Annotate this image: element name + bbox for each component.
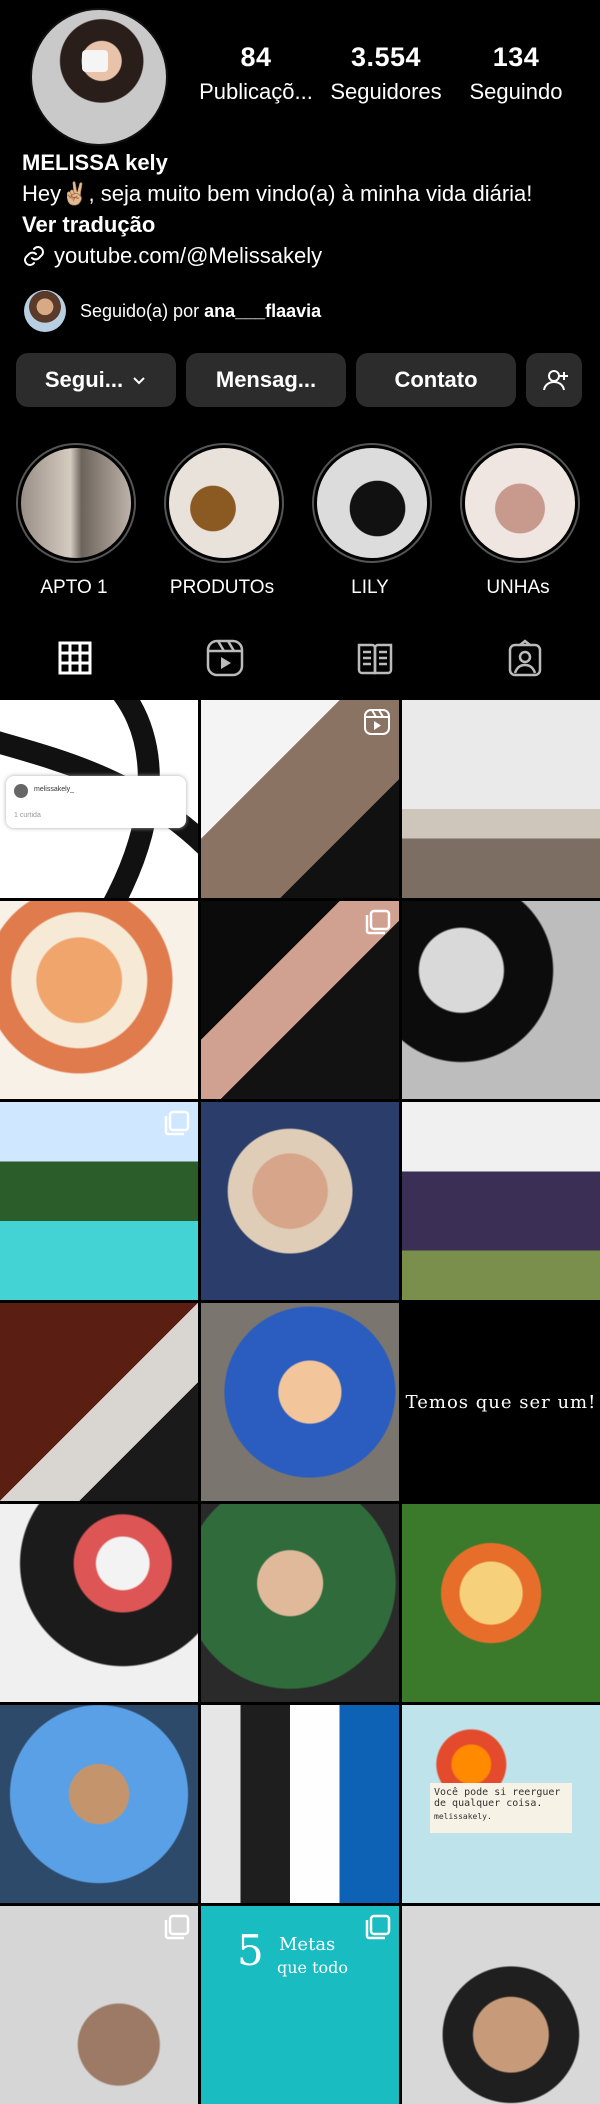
highlight-image <box>317 448 427 558</box>
threads-card: melissakely_ 1 curtida <box>6 776 186 828</box>
carousel-icon <box>365 1914 391 1940</box>
post-thumbnail[interactable] <box>201 1102 399 1300</box>
highlight-image <box>169 448 279 558</box>
post-thumbnail[interactable] <box>201 700 399 898</box>
posts-grid: melissakely_ 1 curtida Temos que ser um! <box>0 700 600 2104</box>
post-thumbnail[interactable] <box>402 1504 600 1702</box>
post-thumbnail[interactable] <box>402 901 600 1099</box>
highlight-image <box>21 448 131 558</box>
post-thumbnail[interactable]: 5 Metas que todo <box>201 1906 399 2104</box>
posts-count: 84 <box>240 42 272 72</box>
chevron-down-icon <box>133 377 145 385</box>
followers-label: Seguidores <box>330 79 442 104</box>
profile-bio: Hey✌🏼, seja muito bem vindo(a) à minha v… <box>22 181 533 206</box>
post-thumbnail[interactable] <box>0 1705 198 1903</box>
link-icon <box>24 246 44 266</box>
guides-icon <box>357 643 393 675</box>
highlight-produtos[interactable]: PRODUTOs <box>164 443 284 599</box>
post-thumbnail[interactable] <box>0 1504 198 1702</box>
contact-button[interactable]: Contato <box>356 353 516 407</box>
highlight-label: PRODUTOs <box>169 577 275 598</box>
black-post-text: Temos que ser um! <box>405 1391 597 1413</box>
post-thumbnail[interactable]: Temos que ser um! <box>402 1303 600 1501</box>
highlight-label: UNHAs <box>486 577 550 598</box>
post-thumbnail[interactable] <box>402 700 600 898</box>
profile-name: MELISSA kely <box>22 150 168 175</box>
threads-user: melissakely_ <box>34 786 75 793</box>
highlight-ring <box>312 443 432 563</box>
profile-link[interactable]: youtube.com/@Melissakely <box>22 243 322 269</box>
post-thumbnail[interactable] <box>402 1102 600 1300</box>
profile-link-text: youtube.com/@Melissakely <box>54 243 323 268</box>
highlight-label: APTO 1 <box>40 577 108 598</box>
stat-followers[interactable]: 3.554 Seguidores <box>326 42 446 105</box>
mutual-avatar <box>24 290 66 332</box>
highlight-apto[interactable]: APTO 1 <box>16 443 136 599</box>
translate-link[interactable]: Ver tradução <box>22 212 155 238</box>
followers-count: 3.554 <box>350 42 422 72</box>
followed-by[interactable]: Seguido(a) por ana___flaavia <box>24 290 321 332</box>
tagged-icon <box>508 639 542 677</box>
highlight-ring <box>460 443 580 563</box>
post-thumbnail[interactable]: melissakely_ 1 curtida <box>0 700 198 898</box>
post-thumbnail[interactable]: Você pode si reerguer de qualquer coisa.… <box>402 1705 600 1903</box>
quote-handle: melissakely. <box>434 1812 492 1821</box>
highlight-lily[interactable]: LILY <box>312 443 432 599</box>
threads-avatar <box>14 784 28 798</box>
carousel-icon <box>365 909 391 935</box>
message-button[interactable]: Mensag... <box>186 353 346 407</box>
highlight-label: LILY <box>351 577 389 598</box>
highlight-unhas[interactable]: UNHAs <box>460 443 580 599</box>
post-thumbnail[interactable] <box>0 1303 198 1501</box>
highlight-image <box>465 448 575 558</box>
tab-tagged[interactable] <box>450 634 600 682</box>
carousel-icon <box>164 1914 190 1940</box>
following-label: Seguindo <box>469 79 563 104</box>
reels-icon <box>206 639 244 677</box>
tab-grid[interactable] <box>0 634 150 682</box>
post-thumbnail[interactable] <box>0 901 198 1099</box>
post-thumbnail[interactable] <box>201 1504 399 1702</box>
threads-likes: 1 curtida <box>14 812 41 819</box>
following-button-label: Segui... <box>44 367 124 392</box>
following-button[interactable]: Segui... <box>16 353 176 407</box>
carousel-icon <box>164 1110 190 1136</box>
post-thumbnail[interactable] <box>201 1303 399 1501</box>
metas-sub: que todo <box>277 1958 349 1977</box>
message-button-label: Mensag... <box>215 367 317 392</box>
add-person-icon <box>543 370 568 391</box>
following-count: 134 <box>492 42 540 72</box>
followed-by-prefix: Seguido(a) por <box>80 300 205 321</box>
metas-text: Metas <box>279 1934 336 1955</box>
post-thumbnail[interactable] <box>201 1705 399 1903</box>
tab-reels[interactable] <box>150 634 300 682</box>
grid-icon <box>58 641 92 675</box>
stat-posts[interactable]: 84 Publicaçõ... <box>196 42 316 105</box>
post-thumbnail[interactable] <box>402 1906 600 2104</box>
followed-by-user: ana___flaavia <box>204 300 322 321</box>
posts-label: Publicaçõ... <box>199 79 313 104</box>
highlight-ring <box>16 443 136 563</box>
metas-number: 5 <box>237 1926 264 1975</box>
post-thumbnail[interactable] <box>0 1102 198 1300</box>
add-person-button[interactable] <box>526 353 582 407</box>
post-thumbnail[interactable] <box>201 901 399 1099</box>
quote-card: Você pode si reerguer de qualquer coisa.… <box>430 1783 572 1833</box>
quote-text: Você pode si reerguer de qualquer coisa. <box>434 1787 561 1809</box>
tab-guides[interactable] <box>300 634 450 682</box>
contact-button-label: Contato <box>394 367 478 392</box>
stat-following[interactable]: 134 Seguindo <box>456 42 576 105</box>
reel-icon <box>364 709 390 735</box>
highlight-ring <box>164 443 284 563</box>
post-thumbnail[interactable] <box>0 1906 198 2104</box>
profile-avatar[interactable] <box>30 8 168 146</box>
post-text: Temos que ser um! <box>402 1303 600 1501</box>
